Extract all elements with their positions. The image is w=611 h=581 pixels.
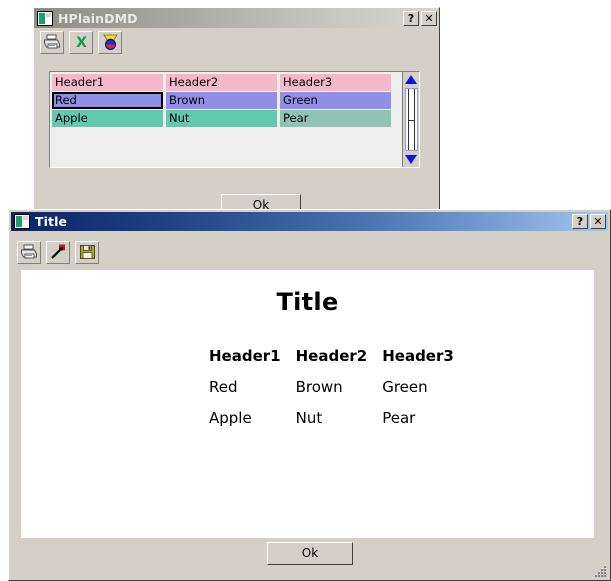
grid-cell-apple[interactable]: Apple [52, 110, 163, 127]
document-title: Title [276, 288, 339, 316]
grid-header-row: Header1 Header2 Header3 [52, 74, 402, 91]
document-table: Header1 Header2 Header3 Red Brown Green … [209, 347, 464, 440]
chevron-down-icon [405, 155, 417, 164]
document-cell-brown: Brown [295, 378, 343, 396]
grid-header-cell-1[interactable]: Header1 [52, 74, 163, 91]
table-row: Apple Nut Pear [52, 110, 402, 127]
window-hplaindmd[interactable]: HPlainDMD ? ✕ X Header1 Header2 Header3 … [33, 7, 440, 216]
ok-button[interactable]: Ok [267, 542, 353, 565]
help-button[interactable]: ? [403, 10, 419, 26]
application-icon [37, 10, 53, 26]
table-row: Apple Nut Pear [209, 409, 464, 440]
grid-header-cell-3[interactable]: Header3 [280, 74, 391, 91]
titlebar-buttons: ? ✕ [403, 10, 437, 26]
grid-cell-green[interactable]: Green [280, 92, 391, 109]
close-button[interactable]: ✕ [590, 214, 606, 229]
window-title-hplaindmd: HPlainDMD [58, 10, 138, 26]
document-header-2: Header2 [295, 347, 368, 365]
close-button[interactable]: ✕ [421, 10, 437, 26]
grid-cell-brown[interactable]: Brown [166, 92, 277, 109]
resize-grip-icon[interactable] [594, 564, 608, 578]
table-row: Red Brown Green [52, 92, 402, 109]
export-arrow-icon [50, 244, 65, 259]
grid-cell-nut[interactable]: Nut [166, 110, 277, 127]
grid-body: Header1 Header2 Header3 Red Brown Green … [50, 72, 402, 167]
toolbar-preview [9, 238, 610, 266]
scroll-up-button[interactable] [404, 72, 419, 87]
document-header-3: Header3 [382, 347, 454, 365]
application-icon [14, 214, 30, 229]
document-header-row: Header1 Header2 Header3 [209, 347, 464, 378]
data-grid[interactable]: Header1 Header2 Header3 Red Brown Green … [49, 71, 420, 168]
save-button[interactable] [75, 240, 99, 264]
scroll-down-button[interactable] [404, 152, 419, 167]
titlebar-buttons: ? ✕ [572, 214, 606, 229]
chevron-up-icon [405, 75, 417, 84]
document-preview-page: Title Header1 Header2 Header3 Red Brown … [21, 270, 594, 538]
print-button[interactable] [17, 240, 41, 264]
document-cell-nut: Nut [295, 409, 323, 427]
printer-icon [21, 244, 37, 259]
document-cell-red: Red [209, 378, 238, 396]
titlebar-preview[interactable]: Title ? ✕ [11, 212, 608, 231]
window-title-preview: Title [35, 214, 68, 229]
document-cell-apple: Apple [209, 409, 252, 427]
export-button[interactable] [46, 240, 70, 264]
vertical-scrollbar[interactable] [402, 72, 419, 167]
window-title-preview[interactable]: Title ? ✕ Title Header1 Header2 Header3 … [8, 209, 611, 581]
floppy-disk-icon [79, 245, 95, 259]
document-cell-pear: Pear [382, 409, 416, 427]
grid-cell-pear[interactable]: Pear [280, 110, 391, 127]
grid-header-cell-2[interactable]: Header2 [166, 74, 277, 91]
help-button[interactable]: ? [572, 214, 588, 229]
table-row: Red Brown Green [209, 378, 464, 409]
grid-cell-red[interactable]: Red [52, 92, 163, 109]
document-cell-green: Green [382, 378, 428, 396]
document-header-1: Header1 [209, 347, 281, 365]
titlebar-hplaindmd[interactable]: HPlainDMD ? ✕ [34, 8, 439, 28]
scrollbar-track[interactable] [404, 88, 418, 151]
scrollbar-thumb[interactable] [407, 89, 415, 150]
